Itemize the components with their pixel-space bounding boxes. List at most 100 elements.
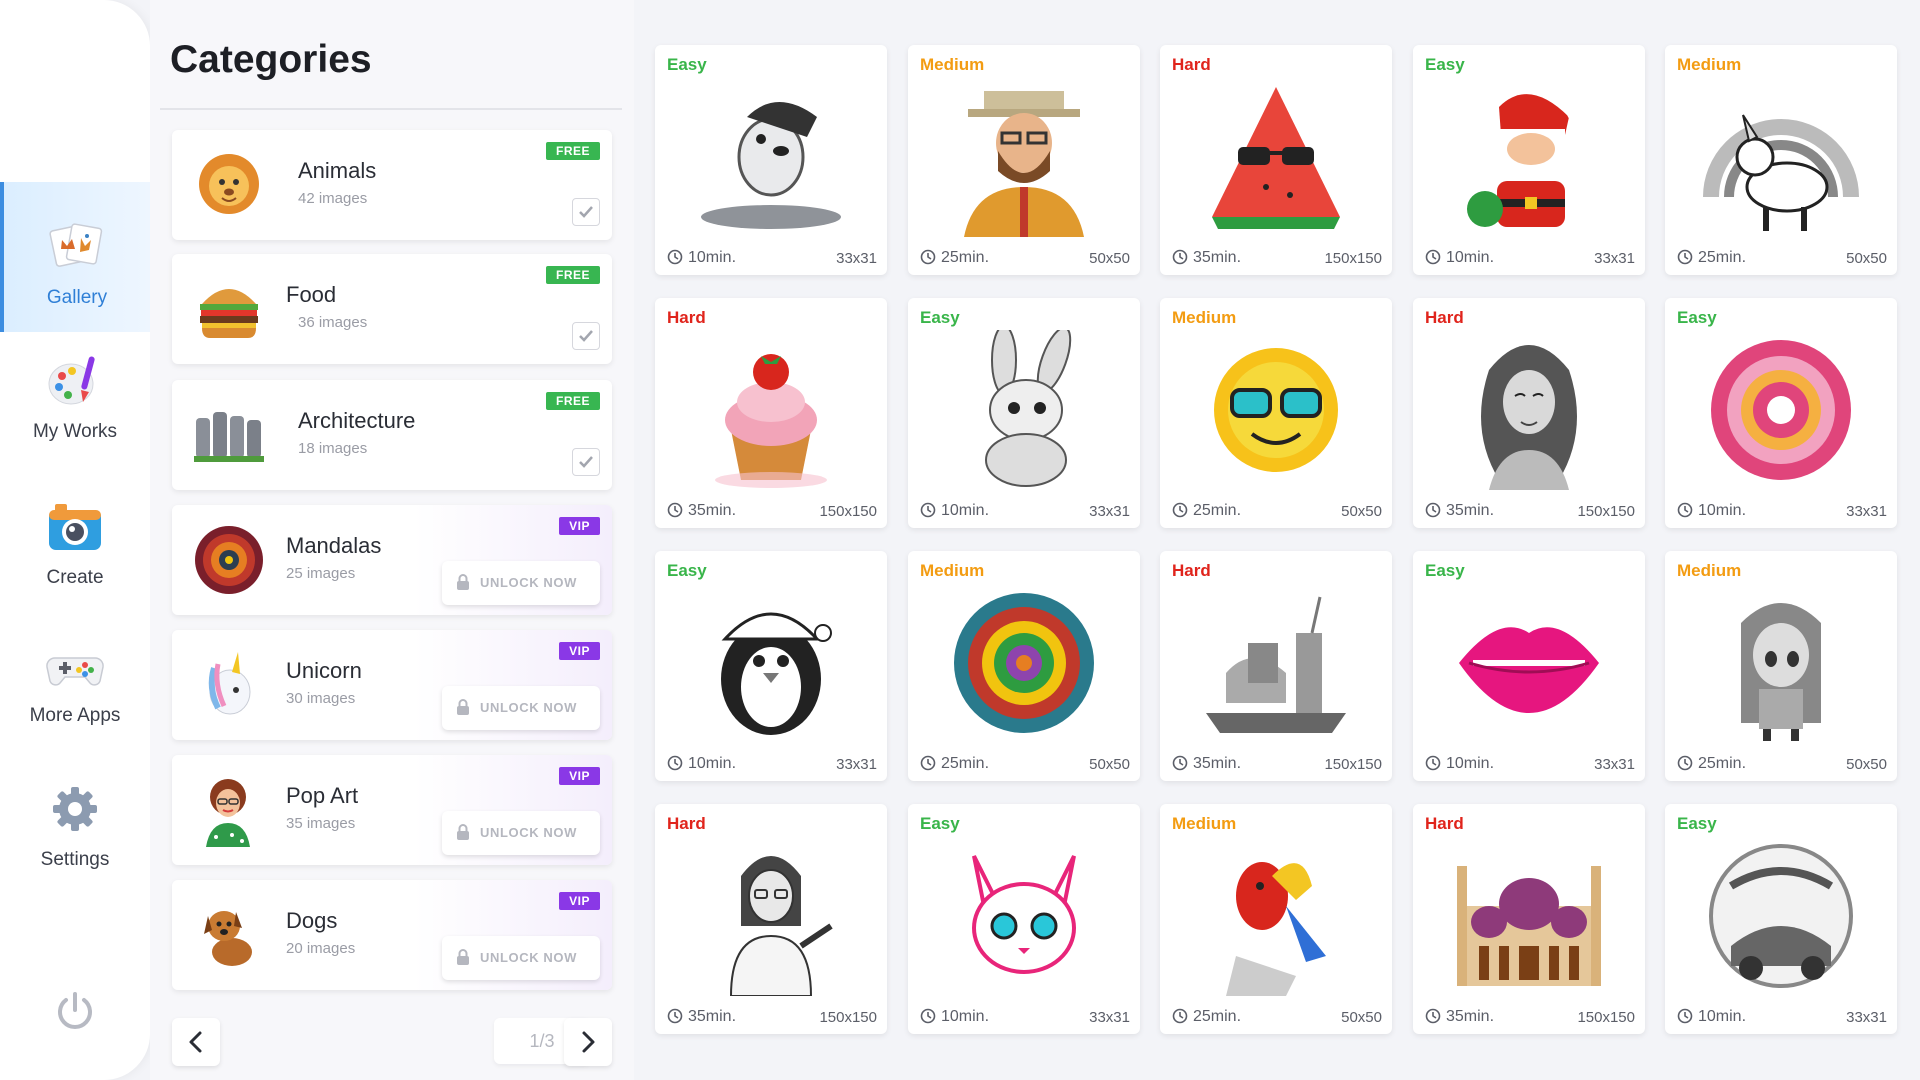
time-estimate: 25min.	[1677, 249, 1746, 267]
nav-item-gallery[interactable]: Gallery	[0, 182, 150, 332]
clock-icon	[1677, 502, 1693, 518]
grid-size: 33x31	[1089, 1009, 1130, 1026]
unlock-now-button[interactable]: UNLOCK NOW	[442, 936, 600, 980]
nav-label-create: Create	[46, 567, 104, 588]
selected-checkbox[interactable]	[572, 198, 600, 226]
grid-size: 33x31	[1846, 1009, 1887, 1026]
clock-icon	[1425, 249, 1441, 265]
prev-page-button[interactable]	[172, 1018, 220, 1066]
gallery-card[interactable]: Easy 10min. 33x31	[908, 804, 1140, 1034]
gallery-card[interactable]: Medium 25min. 50x50	[908, 45, 1140, 275]
time-estimate: 10min.	[1677, 1008, 1746, 1026]
grid-size: 50x50	[1341, 503, 1382, 520]
gallery-card[interactable]: Easy 10min. 33x31	[655, 45, 887, 275]
nav-item-create[interactable]: Create	[0, 498, 150, 589]
nav-item-more-apps[interactable]: More Apps	[0, 636, 150, 727]
dog-icon	[204, 911, 252, 966]
grid-size: 50x50	[1846, 756, 1887, 773]
grid-size: 50x50	[1341, 1009, 1382, 1026]
gallery-card[interactable]: Medium 25min. 50x50	[1160, 298, 1392, 528]
grid-size: 33x31	[1594, 250, 1635, 267]
grid-size: 150x150	[819, 503, 877, 520]
category-card-pop-art[interactable]: Pop Art 35 images VIP UNLOCK NOW	[172, 755, 612, 865]
difficulty-label: Hard	[1425, 814, 1464, 833]
time-value: 35min.	[1193, 249, 1242, 266]
time-value: 10min.	[941, 1008, 990, 1025]
time-value: 10min.	[1446, 755, 1495, 772]
category-card-dogs[interactable]: Dogs 20 images VIP UNLOCK NOW	[172, 880, 612, 990]
gallery-card[interactable]: Medium 25min. 50x50	[1665, 45, 1897, 275]
clock-icon	[1172, 755, 1188, 771]
unlock-now-button[interactable]: UNLOCK NOW	[442, 811, 600, 855]
gallery-card[interactable]: Easy 10min. 33x31	[908, 298, 1140, 528]
category-card-animals[interactable]: Animals 42 images FREE	[172, 130, 612, 240]
clock-icon	[667, 1008, 683, 1024]
difficulty-label: Easy	[1425, 55, 1465, 74]
time-value: 10min.	[1698, 502, 1747, 519]
gallery-card[interactable]: Hard 35min. 150x150	[1160, 551, 1392, 781]
time-value: 10min.	[688, 755, 737, 772]
burger-icon	[200, 289, 258, 338]
gallery-card[interactable]: Hard 35min. 150x150	[655, 804, 887, 1034]
clock-icon	[920, 755, 936, 771]
selected-checkbox[interactable]	[572, 322, 600, 350]
gallery-icon	[47, 218, 107, 276]
gallery-card[interactable]: Easy 10min. 33x31	[1665, 298, 1897, 528]
category-count: 25 images	[286, 565, 356, 582]
gallery-card[interactable]: Medium 25min. 50x50	[1160, 804, 1392, 1034]
gallery-card[interactable]: Easy 10min. 33x31	[655, 551, 887, 781]
difficulty-label: Hard	[1172, 561, 1211, 580]
time-estimate: 10min.	[667, 249, 736, 267]
selected-checkbox[interactable]	[572, 448, 600, 476]
unicorn-icon	[208, 652, 251, 715]
gallery-card[interactable]: Hard 35min. 150x150	[1160, 45, 1392, 275]
category-name: Pop Art	[286, 783, 359, 808]
difficulty-label: Medium	[1172, 308, 1237, 327]
categories-panel: Categories Animals 42 images FREE Food 3…	[150, 0, 634, 1080]
gallery-card[interactable]: Easy 10min. 33x31	[1413, 45, 1645, 275]
lucky-strike-car-image	[1709, 844, 1853, 988]
lock-icon	[457, 949, 469, 965]
unlock-label: UNLOCK NOW	[480, 950, 577, 965]
gallery-card[interactable]: Medium 25min. 50x50	[908, 551, 1140, 781]
category-name: Unicorn	[286, 658, 362, 683]
difficulty-label: Medium	[920, 561, 985, 580]
category-card-mandalas[interactable]: Mandalas 25 images VIP UNLOCK NOW	[172, 505, 612, 615]
grid-size: 33x31	[1846, 503, 1887, 520]
category-name: Mandalas	[286, 533, 382, 558]
gallery-card[interactable]: Medium 25min. 50x50	[1665, 551, 1897, 781]
category-name: Food	[286, 282, 337, 307]
nav-item-my-works[interactable]: My Works	[0, 352, 150, 443]
unlock-now-button[interactable]: UNLOCK NOW	[442, 686, 600, 730]
gallery-card[interactable]: Easy 10min. 33x31	[1413, 551, 1645, 781]
category-card-food[interactable]: Food 36 images FREE	[172, 254, 612, 364]
grid-size: 50x50	[1089, 250, 1130, 267]
time-value: 35min.	[1446, 1008, 1495, 1025]
gallery-card[interactable]: Hard 35min. 150x150	[1413, 298, 1645, 528]
grid-size: 150x150	[1324, 756, 1382, 773]
pink-mandala-image	[1711, 340, 1851, 480]
vip-badge: VIP	[559, 767, 600, 785]
grid-size: 50x50	[1846, 250, 1887, 267]
clock-icon	[667, 755, 683, 771]
divider	[160, 108, 622, 110]
category-name: Dogs	[286, 908, 338, 933]
gallery-card[interactable]: Hard 35min. 150x150	[1413, 804, 1645, 1034]
nav-item-settings[interactable]: Settings	[0, 780, 150, 871]
unlock-now-button[interactable]: UNLOCK NOW	[442, 561, 600, 605]
next-page-button[interactable]	[564, 1018, 612, 1066]
unicorn-rainbow-image	[1703, 114, 1859, 231]
time-value: 25min.	[941, 755, 990, 772]
time-value: 25min.	[941, 249, 990, 266]
free-badge: FREE	[545, 392, 600, 410]
power-button[interactable]	[52, 988, 98, 1034]
santa-claus-image	[1467, 94, 1583, 227]
category-card-unicorn[interactable]: Unicorn 30 images VIP UNLOCK NOW	[172, 630, 612, 740]
difficulty-label: Medium	[1677, 561, 1742, 580]
category-card-architecture[interactable]: Architecture 18 images FREE	[172, 380, 612, 490]
time-value: 35min.	[1193, 755, 1242, 772]
gallery-card[interactable]: Easy 10min. 33x31	[1665, 804, 1897, 1034]
gallery-card[interactable]: Hard 35min. 150x150	[655, 298, 887, 528]
grid-size: 50x50	[1089, 756, 1130, 773]
clock-icon	[920, 249, 936, 265]
